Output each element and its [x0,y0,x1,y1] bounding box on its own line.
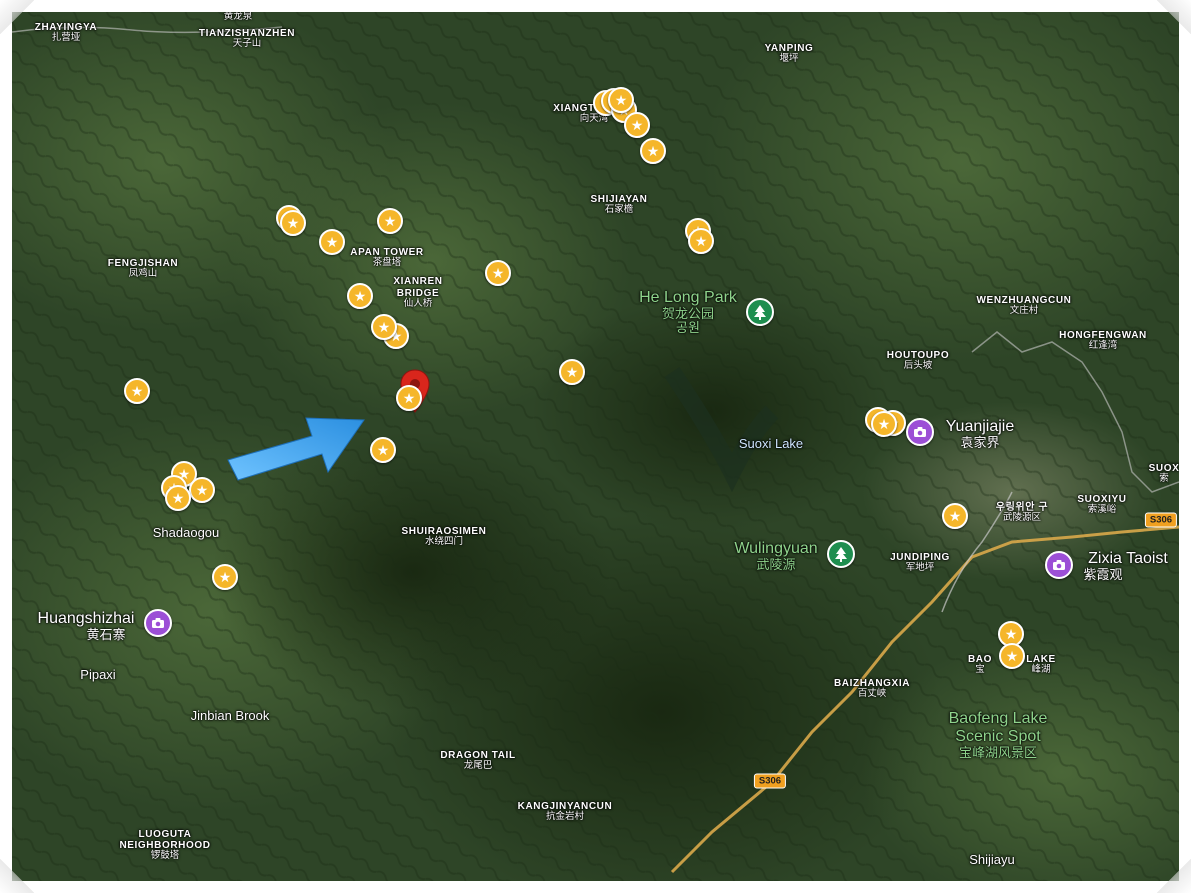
place-label: SHUIRAOSIMEN 水绕四门 [401,526,487,548]
place-label: BRIDGE 仙人桥 [396,288,440,310]
tree-icon[interactable] [746,298,774,326]
place-label-huangshizhai[interactable]: Huangshizhai 黄石寨 [38,610,135,642]
place-label: LUOGUTA NEIGHBORHOOD 锣鼓塔 [119,829,211,862]
star-icon[interactable]: ★ [165,485,191,511]
place-label: 黄龙泉 [223,12,253,22]
place-label: HONGFENGWAN 红逢湾 [1059,330,1147,352]
place-label: SHIJIAYAN 石家檐 [590,194,648,216]
star-icon[interactable]: ★ [319,229,345,255]
star-icon[interactable]: ★ [624,112,650,138]
place-label: SUOXIYU 索溪峪 [1077,494,1127,516]
place-label: FENGJISHAN 凤鸡山 [107,258,179,280]
star-icon[interactable]: ★ [371,314,397,340]
frame-corner [1157,0,1191,34]
place-label: APAN TOWER 茶盘塔 [350,247,424,269]
place-label-wulingyuan[interactable]: Wulingyuan 武陵源 [734,540,817,572]
frame-corner [0,0,34,34]
satellite-map[interactable]: ZHAYINGYA 扎营垭 黄龙泉 TIANZISHANZHEN 天子山 YANPI… [12,12,1179,881]
place-label: DRAGON TAIL 龙尾巴 [440,750,516,772]
place-label: WENZHUANGCUN 文庄村 [976,295,1072,317]
star-icon[interactable]: ★ [871,411,897,437]
place-label-yuanjiajie[interactable]: Yuanjiajie 袁家界 [946,418,1015,450]
star-icon[interactable]: ★ [370,437,396,463]
place-label-baofeng-lake[interactable]: Baofeng Lake Scenic Spot 宝峰湖风景区 [949,710,1048,760]
camera-icon[interactable] [1045,551,1073,579]
place-label: Shadaogou [152,525,220,540]
star-icon[interactable]: ★ [688,228,714,254]
tree-icon[interactable] [827,540,855,568]
star-icon[interactable]: ★ [347,283,373,309]
arrow-icon [227,417,365,481]
place-label: LAKE 峰湖 [1026,654,1056,676]
star-icon[interactable]: ★ [485,260,511,286]
star-icon[interactable]: ★ [124,378,150,404]
place-label-he-long-park[interactable]: He Long Park 贺龙公园 공원 [639,289,737,336]
star-icon[interactable]: ★ [396,385,422,411]
place-label: 우링위안 구 武陵源区 [995,502,1049,524]
frame-corner [1157,859,1191,893]
place-label: JUNDIPING 军地坪 [890,552,950,574]
camera-icon[interactable] [144,609,172,637]
star-icon[interactable]: ★ [640,138,666,164]
place-label: HOUTOUPO 后头坡 [886,350,950,372]
star-icon[interactable]: ★ [942,503,968,529]
star-icon[interactable]: ★ [189,477,215,503]
place-label: YANPING 堰坪 [764,43,814,65]
road-shield: S306 [753,773,787,789]
camera-icon[interactable] [906,418,934,446]
star-icon[interactable]: ★ [212,564,238,590]
place-label: BAIZHANGXIA 百丈峡 [833,678,911,700]
place-label-suoxi-lake: Suoxi Lake [738,436,804,451]
place-label: Pipaxi [80,667,116,682]
screenshot-frame: ZHAYINGYA 扎营垭 黄龙泉 TIANZISHANZHEN 天子山 YANPI… [0,0,1191,893]
place-label-zixia-taoist[interactable]: Zixia Taoist 紫霞观 [1083,550,1172,582]
place-label: SUOX 索 [1148,463,1179,485]
road-shield: S306 [1144,512,1178,528]
place-label: BAO 宝 [967,654,993,676]
star-icon[interactable]: ★ [999,643,1025,669]
star-icon[interactable]: ★ [608,87,634,113]
place-label: ZHAYINGYA 扎营垭 [34,22,98,44]
place-label: KANGJINYANCUN 抗金岩村 [517,801,613,823]
star-icon[interactable]: ★ [280,210,306,236]
place-label: TIANZISHANZHEN 天子山 [198,28,296,50]
frame-corner [0,859,34,893]
place-label: XIANREN [393,276,443,287]
star-icon[interactable]: ★ [559,359,585,385]
place-label: Jinbian Brook [190,708,270,723]
place-label: Shijiayu [969,852,1015,867]
star-icon[interactable]: ★ [377,208,403,234]
